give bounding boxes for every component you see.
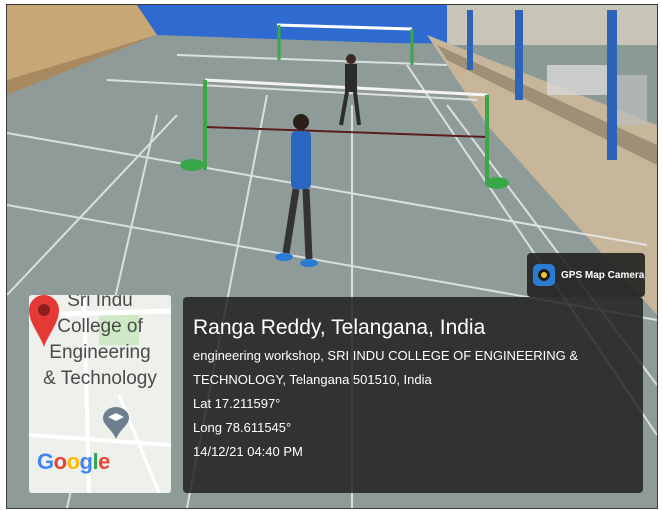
camera-badge-label: GPS Map Camera <box>561 269 645 281</box>
gps-map-camera-badge: GPS Map Camera <box>527 253 645 297</box>
address-line-1: engineering workshop, SRI INDU COLLEGE O… <box>193 348 579 363</box>
map-label-line3: & Technology <box>43 368 157 389</box>
timestamp: 14/12/21 04:40 PM <box>193 444 303 459</box>
google-logo: Google <box>37 449 110 474</box>
longitude: Long 78.611545° <box>193 420 292 435</box>
latitude: Lat 17.211597° <box>193 396 281 411</box>
address-line-2: TECHNOLOGY, Telangana 501510, India <box>193 372 432 387</box>
map-pin-icon <box>29 295 59 347</box>
graduation-cap-icon <box>103 407 129 439</box>
map-thumbnail: Sri Indu College of Engineering & Techno… <box>29 295 171 493</box>
photo-frame: GPS Map Camera Ranga Reddy, Telangana, I… <box>6 4 658 509</box>
place-name: Ranga Reddy, Telangana, India <box>193 316 486 339</box>
location-info-panel: Ranga Reddy, Telangana, India engineerin… <box>183 297 643 493</box>
gps-map-camera-icon <box>533 264 555 286</box>
